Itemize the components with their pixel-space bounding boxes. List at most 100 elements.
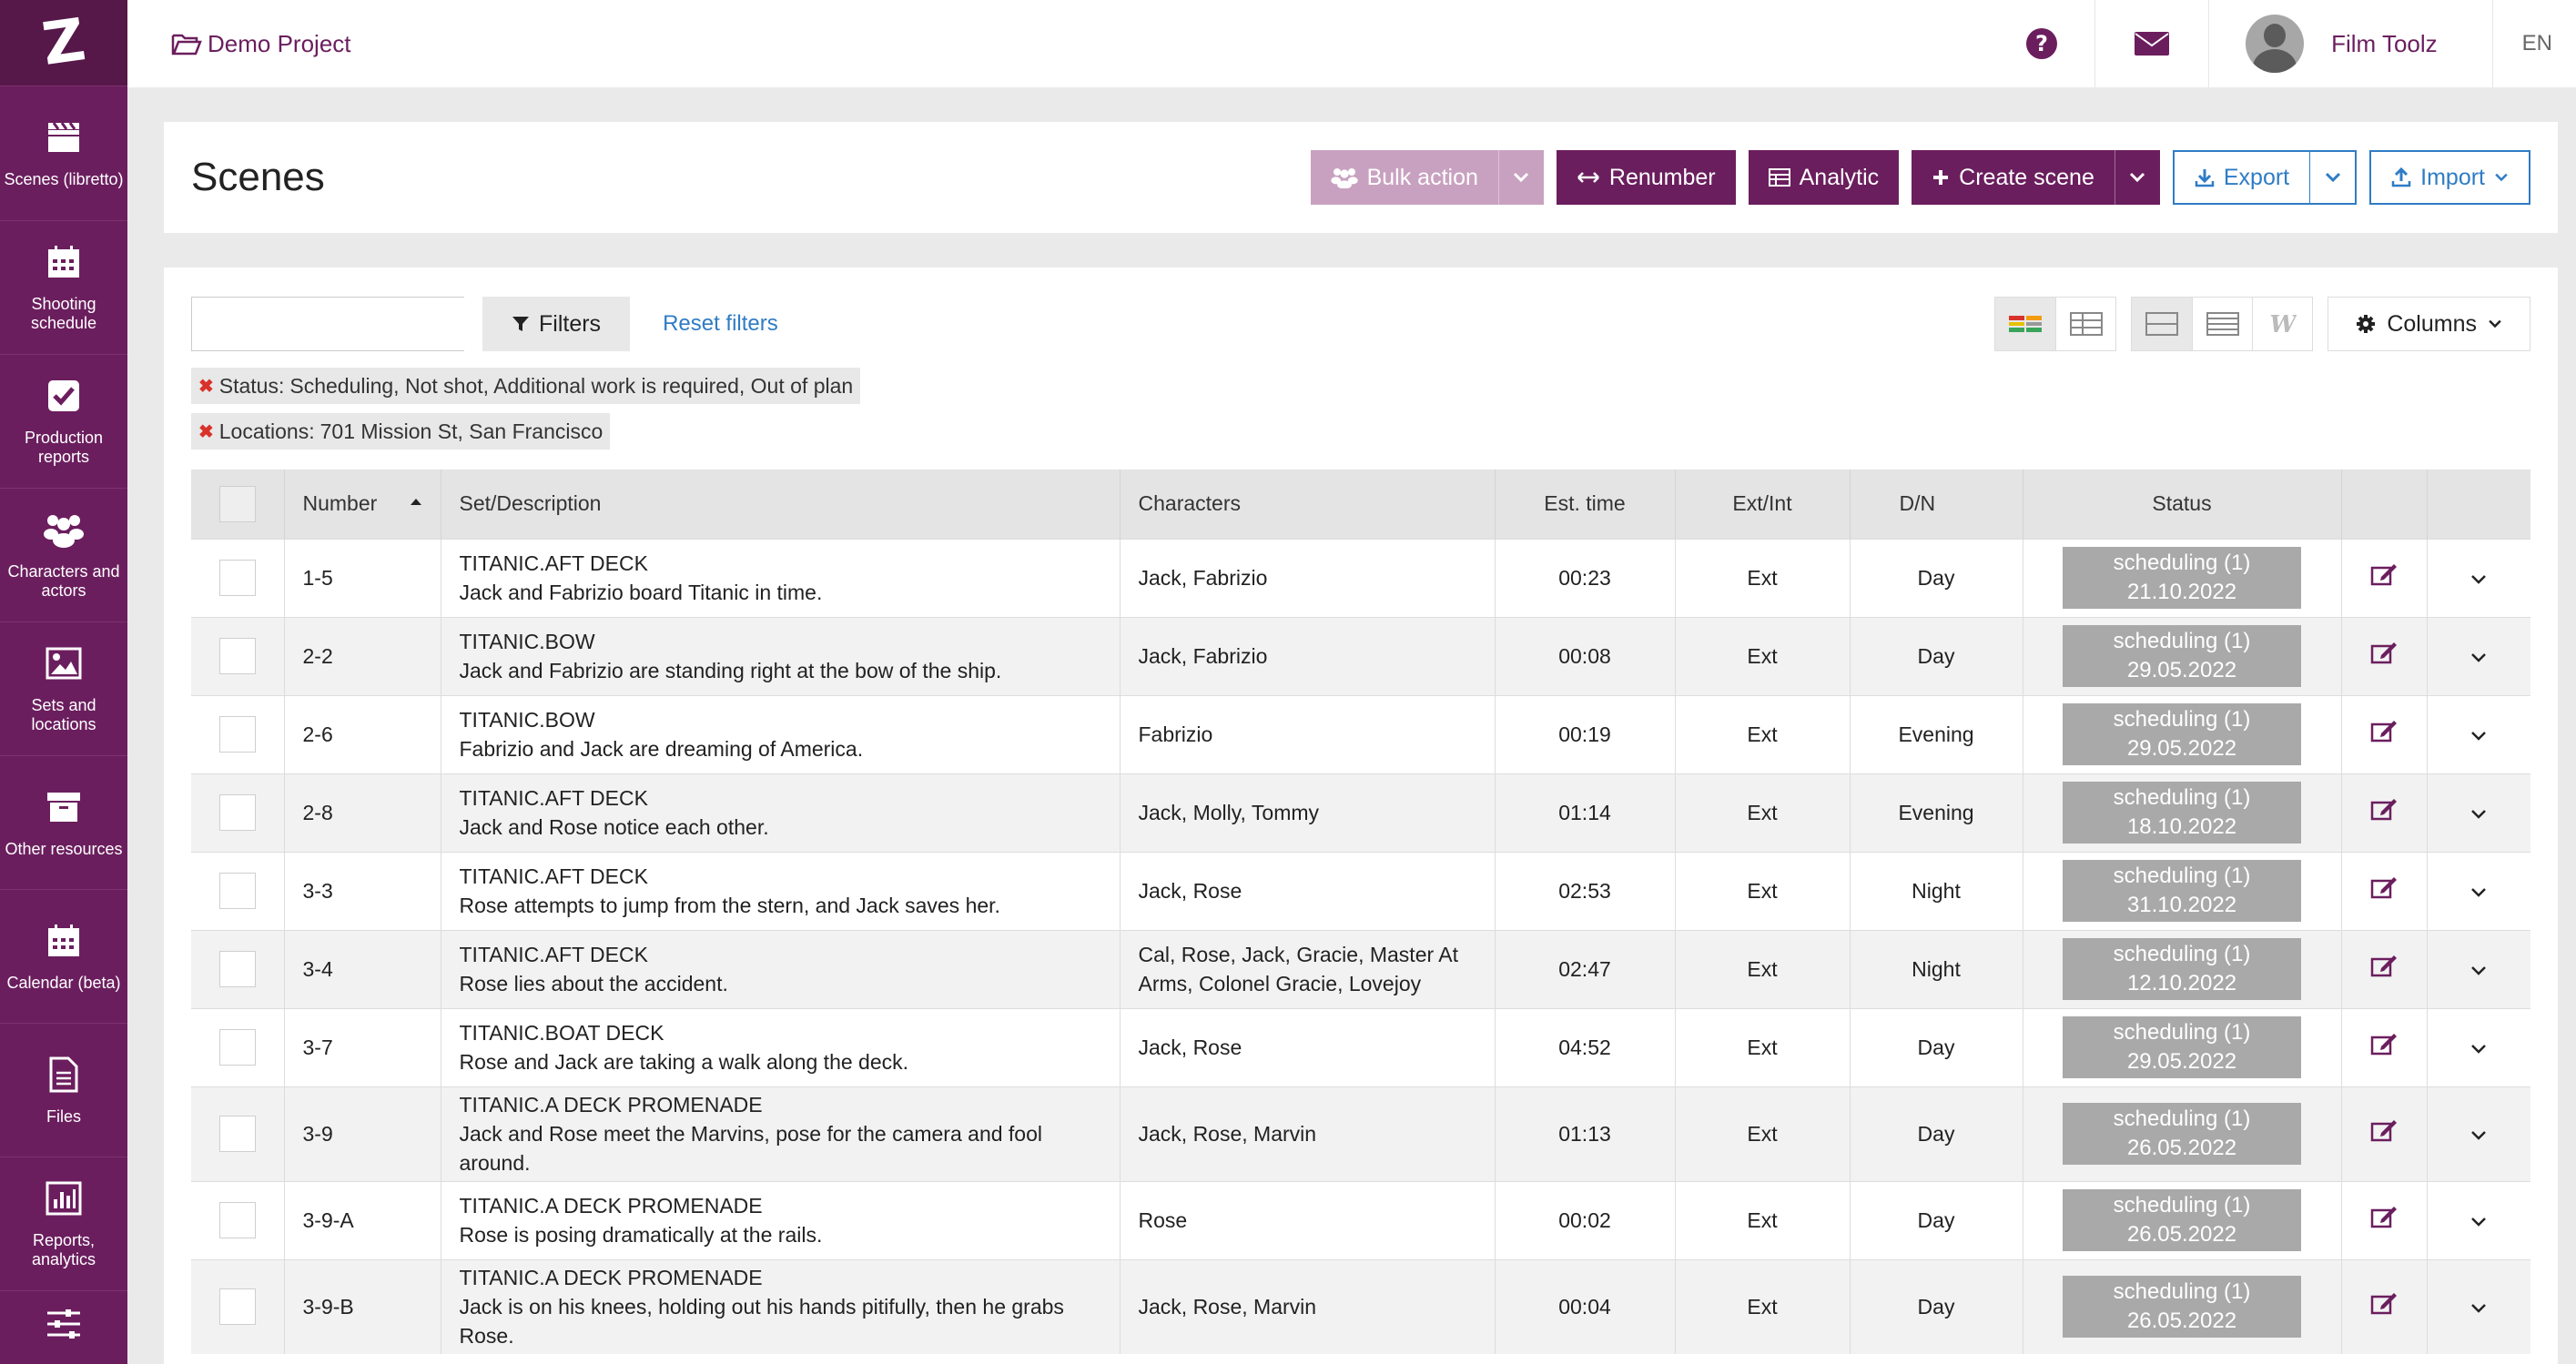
status-badge[interactable]: scheduling (1) 26.05.2022 <box>2063 1189 2301 1251</box>
row-checkbox[interactable] <box>218 1116 256 1152</box>
status-badge[interactable]: scheduling (1) 12.10.2022 <box>2063 938 2301 1000</box>
calendar-grid-icon <box>44 242 84 282</box>
search-box[interactable] <box>191 297 476 351</box>
edit-icon[interactable] <box>2370 564 2398 591</box>
create-scene-button[interactable]: Create scene <box>1912 150 2160 205</box>
edit-icon[interactable] <box>2370 1293 2398 1319</box>
reset-filters-link[interactable]: Reset filters <box>663 311 778 337</box>
list-view-button[interactable] <box>2192 298 2252 350</box>
remove-filter-icon[interactable]: ✖ <box>198 420 214 443</box>
table-row[interactable]: 3-4 TITANIC.AFT DECK Rose lies about the a… <box>191 929 2530 1008</box>
sidebar-item-scenes[interactable]: Scenes (libretto) <box>0 86 127 221</box>
status-badge[interactable]: scheduling (1) 31.10.2022 <box>2063 860 2301 922</box>
messages-button[interactable] <box>2094 0 2208 87</box>
grid-view-button[interactable] <box>2055 298 2115 350</box>
edit-icon[interactable] <box>2370 1120 2398 1147</box>
row-checkbox[interactable] <box>218 1202 256 1238</box>
sidebar-item-other-resources[interactable]: Other resources <box>0 756 127 891</box>
chevron-down-icon[interactable] <box>2470 644 2487 668</box>
renumber-button[interactable]: Renumber <box>1556 150 1736 205</box>
language-selector[interactable]: EN <box>2491 0 2576 87</box>
analytic-button[interactable]: Analytic <box>1748 150 1900 205</box>
select-all-checkbox[interactable] <box>218 485 256 522</box>
status-badge[interactable]: scheduling (1) 18.10.2022 <box>2063 782 2301 844</box>
chevron-down-icon[interactable] <box>2470 957 2487 981</box>
table-row[interactable]: 3-9 TITANIC.A DECK PROMENADE Jack and Rose… <box>191 1086 2530 1181</box>
import-button[interactable]: Import <box>2369 150 2530 205</box>
row-checkbox[interactable] <box>218 1029 256 1066</box>
status-badge[interactable]: scheduling (1) 29.05.2022 <box>2063 703 2301 765</box>
sidebar-item-reports[interactable]: Reports, analytics <box>0 1157 127 1292</box>
column-status[interactable]: Status <box>2023 470 2342 539</box>
export-button[interactable]: Export <box>2172 150 2358 205</box>
app-logo[interactable]: Z <box>0 0 127 87</box>
table-row[interactable]: 3-7 TITANIC.BOAT DECK Rose and Jack are ta… <box>191 1007 2530 1086</box>
row-checkbox[interactable] <box>218 560 256 596</box>
chevron-down-icon[interactable] <box>2309 152 2355 203</box>
chevron-down-icon[interactable] <box>2470 722 2487 746</box>
chevron-down-icon[interactable] <box>2470 1295 2487 1319</box>
sidebar-item-characters[interactable]: Characters and actors <box>0 489 127 622</box>
chevron-down-icon[interactable] <box>2114 150 2160 205</box>
column-number[interactable]: Number <box>284 470 441 539</box>
edit-icon[interactable] <box>2370 955 2398 982</box>
row-checkbox[interactable] <box>218 794 256 831</box>
compact-view-button[interactable] <box>2132 298 2193 350</box>
sidebar-item-settings[interactable] <box>0 1291 127 1364</box>
row-checkbox[interactable] <box>218 638 256 674</box>
column-dn[interactable]: D/N <box>1850 470 2023 539</box>
filters-button[interactable]: Filters <box>482 297 631 351</box>
table-row[interactable]: 3-9-B TITANIC.A DECK PROMENADE Jack is on … <box>191 1258 2530 1354</box>
status-badge[interactable]: scheduling (1) 29.05.2022 <box>2063 1016 2301 1078</box>
user-menu[interactable]: Film Toolz <box>2208 0 2492 87</box>
word-view-button[interactable]: W <box>2252 298 2312 350</box>
status-badge[interactable]: scheduling (1) 29.05.2022 <box>2063 625 2301 687</box>
sidebar-item-files[interactable]: Files <box>0 1024 127 1158</box>
expand-cell <box>2427 1007 2530 1086</box>
chevron-down-icon[interactable] <box>2470 1208 2487 1232</box>
row-checkbox[interactable] <box>218 951 256 987</box>
chevron-down-icon[interactable] <box>2470 1036 2487 1059</box>
table-row[interactable]: 1-5 TITANIC.AFT DECK Jack and Fabrizio boa… <box>191 538 2530 617</box>
scene-description: Fabrizio and Jack are dreaming of Americ… <box>459 737 864 761</box>
remove-filter-icon[interactable]: ✖ <box>198 375 214 398</box>
sidebar-item-sets-locations[interactable]: Sets and locations <box>0 622 127 756</box>
sidebar-item-production-reports[interactable]: Production reports <box>0 355 127 489</box>
chevron-down-icon[interactable] <box>2470 879 2487 903</box>
status-badge[interactable]: scheduling (1) 26.05.2022 <box>2063 1276 2301 1339</box>
columns-button[interactable]: Columns <box>2328 297 2530 351</box>
column-characters[interactable]: Characters <box>1120 470 1496 539</box>
expand-cell <box>2427 1086 2530 1181</box>
sidebar-item-calendar[interactable]: Calendar (beta) <box>0 890 127 1025</box>
sidebar-item-shooting-schedule[interactable]: Shooting schedule <box>0 221 127 355</box>
row-checkbox[interactable] <box>218 716 256 753</box>
edit-icon[interactable] <box>2370 1207 2398 1233</box>
edit-icon[interactable] <box>2370 721 2398 747</box>
search-input[interactable] <box>214 298 476 350</box>
edit-icon[interactable] <box>2370 642 2398 669</box>
bulk-action-button[interactable]: Bulk action <box>1310 150 1544 205</box>
edit-icon[interactable] <box>2370 799 2398 825</box>
table-row[interactable]: 3-3 TITANIC.AFT DECK Rose attempts to jump… <box>191 851 2530 930</box>
help-button[interactable]: ? <box>1989 0 2094 87</box>
table-row[interactable]: 3-9-A TITANIC.A DECK PROMENADE Rose is pos… <box>191 1180 2530 1259</box>
project-link[interactable]: Demo Project <box>171 30 351 58</box>
chevron-down-icon[interactable] <box>2470 1122 2487 1146</box>
colored-stripes-view-button[interactable] <box>1995 298 2056 350</box>
scene-ext-int: Ext <box>1675 1258 1851 1354</box>
column-est-time[interactable]: Est. time <box>1495 470 1676 539</box>
row-checkbox[interactable] <box>218 873 256 909</box>
chevron-down-icon[interactable] <box>1497 150 1544 205</box>
edit-icon[interactable] <box>2370 877 2398 904</box>
column-set-description[interactable]: Set/Description <box>441 470 1121 539</box>
status-badge[interactable]: scheduling (1) 26.05.2022 <box>2063 1103 2301 1165</box>
table-row[interactable]: 2-8 TITANIC.AFT DECK Jack and Rose notice … <box>191 773 2530 852</box>
chevron-down-icon[interactable] <box>2470 801 2487 824</box>
status-badge[interactable]: scheduling (1) 21.10.2022 <box>2063 547 2301 609</box>
row-checkbox[interactable] <box>218 1288 256 1326</box>
edit-icon[interactable] <box>2370 1034 2398 1060</box>
table-row[interactable]: 2-6 TITANIC.BOW Fabrizio and Jack are drea… <box>191 694 2530 773</box>
chevron-down-icon[interactable] <box>2470 566 2487 590</box>
column-ext-int[interactable]: Ext/Int <box>1675 470 1851 539</box>
table-row[interactable]: 2-2 TITANIC.BOW Jack and Fabrizio are stan… <box>191 616 2530 695</box>
